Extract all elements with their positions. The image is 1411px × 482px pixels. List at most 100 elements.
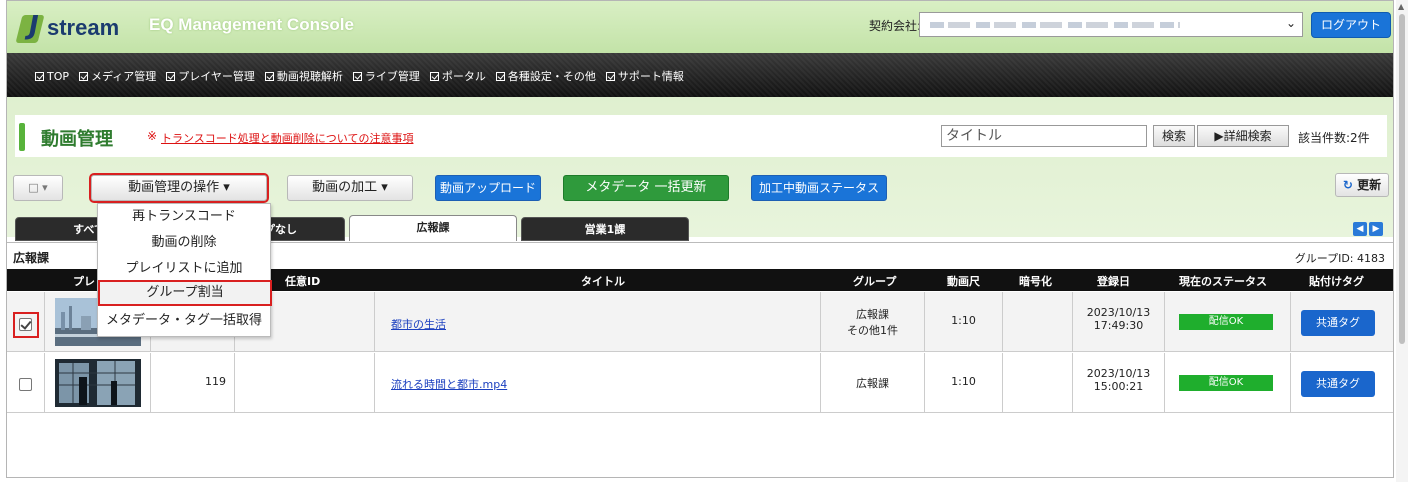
nav-items: TOP メディア管理 プレイヤー管理 動画視聴解析 ライブ管理 ポータル 各種設定・その他 サ… [35,68,684,84]
tag-cell: 共通タグ [1291,353,1393,413]
title-cell: 都市の生活 [375,292,821,352]
group-cell: 広報課 [821,353,925,413]
processing-dropdown-button[interactable]: 動画の加工 ▾ [287,175,413,201]
col-duration: 動画尺 [947,275,980,288]
notice-link[interactable]: トランスコード処理と動画削除についての注意事項 [161,130,413,146]
nav-item-7[interactable]: サポート情報 [605,68,684,84]
checkbox-icon [166,71,176,81]
processing-status-button[interactable]: 加工中動画ステータス [751,175,887,201]
num-value: 119 [205,375,226,388]
checkbox-icon [352,71,362,81]
row-select-cell [7,292,45,352]
contract-select[interactable]: ⌄ [919,12,1303,37]
col-encryption: 暗号化 [1019,275,1052,288]
nav-item-label: サポート情報 [617,70,684,83]
nav-item-1[interactable]: メディア管理 [79,68,156,84]
checkbox-icon [35,71,44,81]
tab-sales-1[interactable]: 営業1課 [521,217,689,241]
row-checkbox[interactable] [19,318,32,331]
jstream-logo: J stream [15,11,135,45]
nav-item-label: 各種設定・その他 [507,70,596,83]
scrollbar[interactable]: ▲ [1396,0,1408,482]
upload-button[interactable]: 動画アップロード [435,175,541,201]
nav-item-label: ポータル [441,70,486,83]
search-button[interactable]: 検索 [1153,125,1195,147]
custom-id-cell [235,353,375,413]
status-cell: 配信OK [1165,353,1291,413]
logout-button[interactable]: ログアウト [1311,12,1391,38]
nav-item-0[interactable]: TOP [35,68,69,84]
menu-item-metadata-tag-fetch[interactable]: メタデータ・タグ一括取得 [98,310,270,332]
group-line2: その他1件 [847,324,898,337]
nav-item-label: 動画視聴解析 [276,70,343,83]
scroll-thumb[interactable] [1399,14,1405,344]
row-checkbox[interactable] [19,378,32,391]
date-cell: 2023/10/13 15:00:21 [1073,353,1165,413]
header-bar: J stream EQ Management Console 契約会社: ⌄ ロ… [7,1,1393,53]
refresh-icon: ↻ [1342,178,1353,192]
date-cell: 2023/10/13 17:49:30 [1073,292,1165,352]
title-accent [19,123,25,151]
video-title-link[interactable]: 流れる時間と都市.mp4 [391,376,507,392]
duration-value: 1:10 [951,375,976,388]
encryption-cell [1003,292,1073,352]
scroll-up-icon[interactable]: ▲ [1398,2,1404,11]
thumbnail-cell [45,353,151,413]
col-registered: 登録日 [1097,275,1130,288]
group-line1: 広報課 [856,377,889,390]
tab-prev-icon[interactable]: ◀ [1353,222,1367,236]
nav-item-label: メディア管理 [91,70,157,83]
tab-pr-section[interactable]: 広報課 [349,215,517,241]
menu-item-retranscode[interactable]: 再トランスコード [98,206,270,228]
status-cell: 配信OK [1165,292,1291,352]
refresh-button[interactable]: ↻ 更新 [1335,173,1389,197]
col-preview: プレ [73,275,95,288]
col-embed-tag: 貼付けタグ [1309,275,1364,288]
operations-dropdown-button[interactable]: 動画管理の操作 ▾ [89,173,269,203]
col-custom-id: 任意ID [285,275,321,288]
nav-item-6[interactable]: 各種設定・その他 [495,68,596,84]
col-status: 現在のステータス [1179,275,1267,288]
nav-item-5[interactable]: ポータル [429,68,486,84]
checkbox-icon [264,71,274,81]
refresh-label: 更新 [1357,178,1382,192]
common-tag-button[interactable]: 共通タグ [1301,371,1375,397]
nav-item-label: TOP [47,69,70,83]
checkbox-icon [79,71,89,81]
table-row[interactable]: 119 流れる時間と都市.mp4 広報課 1:10 2023/10/13 15:… [7,353,1393,413]
search-input[interactable]: タイトル [941,125,1147,147]
video-thumbnail-flowing-time[interactable] [55,359,141,407]
duration-value: 1:10 [951,314,976,327]
nav-item-2[interactable]: プレイヤー管理 [166,68,255,84]
encryption-cell [1003,353,1073,413]
nav-item-label: ライブ管理 [364,70,420,83]
nav-item-3[interactable]: 動画視聴解析 [264,68,343,84]
chevron-down-icon: ⌄ [1285,16,1296,30]
group-name: 広報課 [13,251,50,265]
advanced-search-button[interactable]: ▶詳細検索 [1197,125,1289,147]
duration-cell: 1:10 [925,353,1003,413]
main-nav: TOP メディア管理 プレイヤー管理 動画視聴解析 ライブ管理 ポータル 各種設定・その他 サ… [7,53,1393,97]
page-title: 動画管理 [41,129,113,150]
menu-item-add-playlist[interactable]: プレイリストに追加 [98,258,270,280]
col-title: タイトル [581,275,625,288]
menu-item-group-assign[interactable]: グループ割当 [98,280,272,306]
menu-item-delete-video[interactable]: 動画の削除 [98,232,270,254]
video-title-link[interactable]: 都市の生活 [391,316,446,332]
duration-cell: 1:10 [925,292,1003,352]
group-cell: 広報課 その他1件 [821,292,925,352]
status-badge: 配信OK [1179,375,1273,391]
result-count: 該当件数:2件 [1298,131,1370,145]
common-tag-button[interactable]: 共通タグ [1301,310,1375,336]
nav-item-label: プレイヤー管理 [178,70,255,83]
nav-item-4[interactable]: ライブ管理 [352,68,420,84]
metadata-bulk-update-button[interactable]: メタデータ 一括更新 [563,175,729,201]
logo-text: stream [47,15,120,40]
tab-next-icon[interactable]: ▶ [1369,222,1383,236]
time-value: 17:49:30 [1093,319,1144,332]
app-window: J stream EQ Management Console 契約会社: ⌄ ロ… [6,0,1394,478]
select-all-dropdown[interactable]: □ ▾ [13,175,63,201]
checkbox-icon [605,71,615,81]
row-select-cell [7,353,45,413]
time-value: 15:00:21 [1093,380,1144,393]
